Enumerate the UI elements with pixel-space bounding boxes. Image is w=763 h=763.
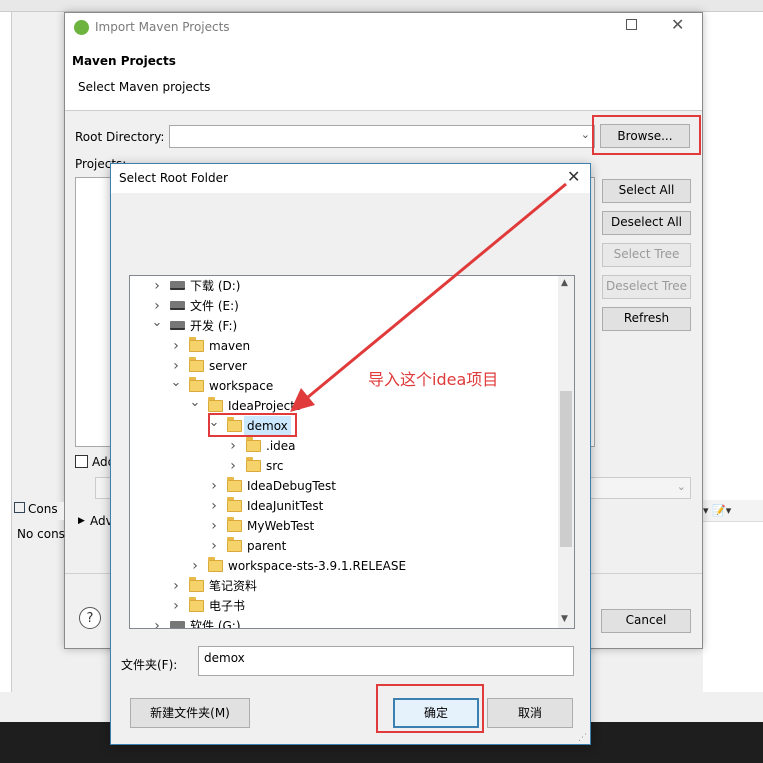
annotation-text: 导入这个idea项目	[368, 370, 499, 389]
